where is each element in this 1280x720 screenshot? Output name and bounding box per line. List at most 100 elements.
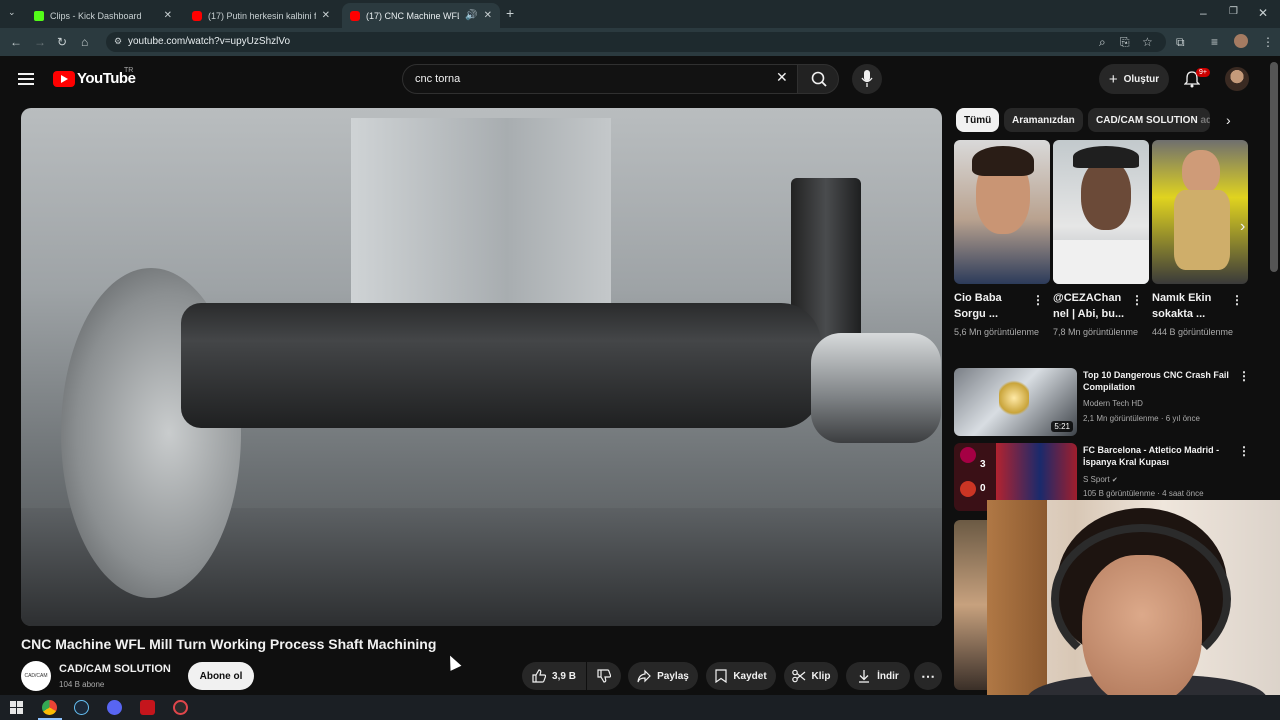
video-title: CNC Machine WFL Mill Turn Working Proces… xyxy=(21,636,437,652)
menu-icon[interactable]: ⋮ xyxy=(1262,35,1274,49)
reading-list-icon[interactable]: ≡ xyxy=(1211,35,1218,49)
shorts-next-icon[interactable]: › xyxy=(1240,218,1245,236)
chip-cad-cam[interactable]: CAD/CAM SOLUTION ad xyxy=(1088,108,1210,132)
scissors-icon xyxy=(791,669,805,683)
video-player[interactable] xyxy=(21,108,942,626)
bookmark-icon xyxy=(715,669,727,683)
user-avatar[interactable] xyxy=(1225,67,1249,91)
play-triangle-icon xyxy=(61,75,68,83)
subscribe-button[interactable]: Abone ol xyxy=(188,662,254,690)
tailstock xyxy=(811,333,941,443)
short-title[interactable]: @CEZAChan nel | Abi, bu... xyxy=(1053,290,1127,322)
maximize-icon[interactable]: ❐ xyxy=(1229,6,1238,17)
related-video-channel: S Sport xyxy=(1083,475,1110,484)
search-button[interactable] xyxy=(797,64,839,94)
minimize-icon[interactable]: – xyxy=(1200,6,1207,20)
discord-icon[interactable] xyxy=(107,700,122,715)
subscriber-count: 104 B abone xyxy=(59,680,105,689)
short-body xyxy=(1174,190,1230,270)
mouse-cursor xyxy=(444,653,462,671)
tab-cnc-video[interactable]: (17) CNC Machine WFL Mill 🔊 ✕ xyxy=(342,3,500,28)
channel-avatar[interactable]: CAD/CAM xyxy=(21,661,51,691)
page-scrollbar[interactable] xyxy=(1270,62,1278,272)
url-field[interactable]: ⚙ youtube.com/watch?v=upyUzShzlVo xyxy=(106,32,1166,52)
share-button[interactable]: Paylaş xyxy=(628,662,698,690)
cast-icon[interactable]: ⎘ xyxy=(1120,35,1130,50)
os-taskbar xyxy=(0,695,1280,720)
clear-search-icon[interactable]: ✕ xyxy=(776,69,788,86)
short-thumbnail[interactable] xyxy=(1152,140,1248,284)
related-video-channel-row[interactable]: S Sport ✔ xyxy=(1083,475,1118,484)
windows-start-icon[interactable] xyxy=(10,701,23,714)
home-icon[interactable]: ⌂ xyxy=(81,35,88,49)
short-title[interactable]: Namık Ekin sokakta ... xyxy=(1152,290,1226,322)
tab-putin-video[interactable]: (17) Putin herkesin kalbini fethe ✕ xyxy=(184,3,338,28)
related-video-title[interactable]: Top 10 Dangerous CNC Crash Fail Compilat… xyxy=(1083,369,1233,393)
chip-label: Aramanızdan xyxy=(1012,114,1075,126)
create-label: Oluştur xyxy=(1123,73,1160,85)
more-horizontal-icon: ⋯ xyxy=(921,667,935,684)
barcelona-crest-icon xyxy=(960,447,976,463)
app-icon[interactable] xyxy=(140,700,155,715)
streamer-webcam xyxy=(987,500,1280,720)
tab-kick-dashboard[interactable]: Clips - Kick Dashboard ✕ xyxy=(26,3,180,28)
site-info-icon[interactable]: ⚙ xyxy=(114,36,122,47)
voice-search-button[interactable] xyxy=(852,64,882,94)
steam-icon[interactable] xyxy=(74,700,89,715)
browser-tab-bar: ⌄ Clips - Kick Dashboard ✕ (17) Putin he… xyxy=(0,0,1280,28)
new-tab-icon[interactable]: + xyxy=(506,5,514,21)
tab-title: Clips - Kick Dashboard xyxy=(50,10,142,21)
reload-icon[interactable]: ↻ xyxy=(57,35,67,49)
clip-button[interactable]: Klip xyxy=(784,662,838,690)
chrome-icon[interactable] xyxy=(42,700,57,715)
hamburger-menu-icon[interactable] xyxy=(18,72,34,86)
thumbs-up-icon xyxy=(532,669,547,683)
thumbs-down-icon xyxy=(597,669,611,683)
chip-from-search[interactable]: Aramanızdan xyxy=(1004,108,1083,132)
short-menu-icon[interactable]: ⋮ xyxy=(1231,293,1243,307)
forward-icon[interactable]: → xyxy=(34,35,46,49)
short-thumbnail[interactable] xyxy=(954,140,1050,284)
video-menu-icon[interactable]: ⋮ xyxy=(1238,369,1250,383)
create-button[interactable]: + Oluştur xyxy=(1099,64,1169,94)
back-icon[interactable]: ← xyxy=(10,35,22,49)
short-hat xyxy=(1073,146,1139,168)
tab-list-icon[interactable]: ⌄ xyxy=(8,7,16,18)
close-window-icon[interactable]: ✕ xyxy=(1258,6,1268,20)
obs-icon[interactable] xyxy=(173,700,188,715)
short-face xyxy=(1081,160,1131,230)
close-tab-icon[interactable]: ✕ xyxy=(484,10,492,21)
url-text: youtube.com/watch?v=upyUzShzlVo xyxy=(128,36,291,47)
chip-all[interactable]: Tümü xyxy=(956,108,1000,132)
video-menu-icon[interactable]: ⋮ xyxy=(1238,444,1250,458)
close-tab-icon[interactable]: ✕ xyxy=(164,10,172,21)
country-code: TR xyxy=(124,67,134,74)
plus-icon: + xyxy=(1108,70,1118,88)
share-label: Paylaş xyxy=(657,670,689,682)
related-video-thumbnail[interactable]: 5:21 xyxy=(954,368,1077,436)
dislike-button[interactable] xyxy=(587,662,621,690)
search-input[interactable]: cnc torna xyxy=(402,64,798,94)
speaker-icon[interactable]: 🔊 xyxy=(465,10,477,21)
more-actions-button[interactable]: ⋯ xyxy=(914,662,942,690)
short-menu-icon[interactable]: ⋮ xyxy=(1032,293,1044,307)
notification-badge: 9+ xyxy=(1196,68,1210,77)
youtube-favicon-icon xyxy=(350,10,360,21)
short-face xyxy=(1182,150,1220,194)
short-title[interactable]: Cio Baba Sorgu ... xyxy=(954,290,1028,322)
like-button[interactable]: 3,9 B xyxy=(522,662,586,690)
profile-icon[interactable] xyxy=(1234,34,1248,48)
extensions-icon[interactable]: ⧉ xyxy=(1176,35,1185,50)
close-tab-icon[interactable]: ✕ xyxy=(322,10,330,21)
channel-name[interactable]: CAD/CAM SOLUTION xyxy=(59,663,171,675)
chevron-right-icon[interactable]: › xyxy=(1226,112,1231,128)
save-button[interactable]: Kaydet xyxy=(706,662,776,690)
download-label: İndir xyxy=(877,670,899,682)
related-video-channel[interactable]: Modern Tech HD xyxy=(1083,399,1143,408)
bookmark-star-icon[interactable]: ☆ xyxy=(1142,35,1153,49)
download-button[interactable]: İndir xyxy=(846,662,910,690)
short-thumbnail[interactable] xyxy=(1053,140,1149,284)
zoom-icon[interactable]: ⌕ xyxy=(1099,35,1106,50)
short-menu-icon[interactable]: ⋮ xyxy=(1131,293,1143,307)
related-video-title[interactable]: FC Barcelona - Atletico Madrid - İspanya… xyxy=(1083,444,1233,468)
